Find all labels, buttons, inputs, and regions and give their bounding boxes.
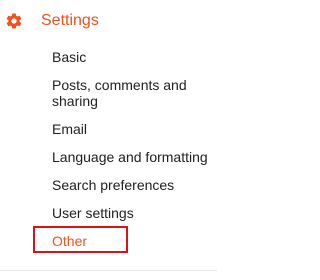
highlight-box: [33, 226, 128, 253]
menu-item-email[interactable]: Email: [52, 121, 212, 137]
gear-icon: [6, 13, 22, 29]
menu-item-basic[interactable]: Basic: [52, 49, 212, 65]
menu-item-search-preferences[interactable]: Search preferences: [52, 177, 212, 193]
settings-label: Settings: [41, 12, 99, 29]
menu-item-user-settings[interactable]: User settings: [52, 205, 212, 221]
divider: [0, 270, 217, 271]
menu-item-language-formatting[interactable]: Language and formatting: [52, 149, 212, 165]
settings-header[interactable]: Settings: [0, 6, 217, 36]
menu-item-posts-comments-sharing[interactable]: Posts, comments and sharing: [52, 77, 212, 109]
